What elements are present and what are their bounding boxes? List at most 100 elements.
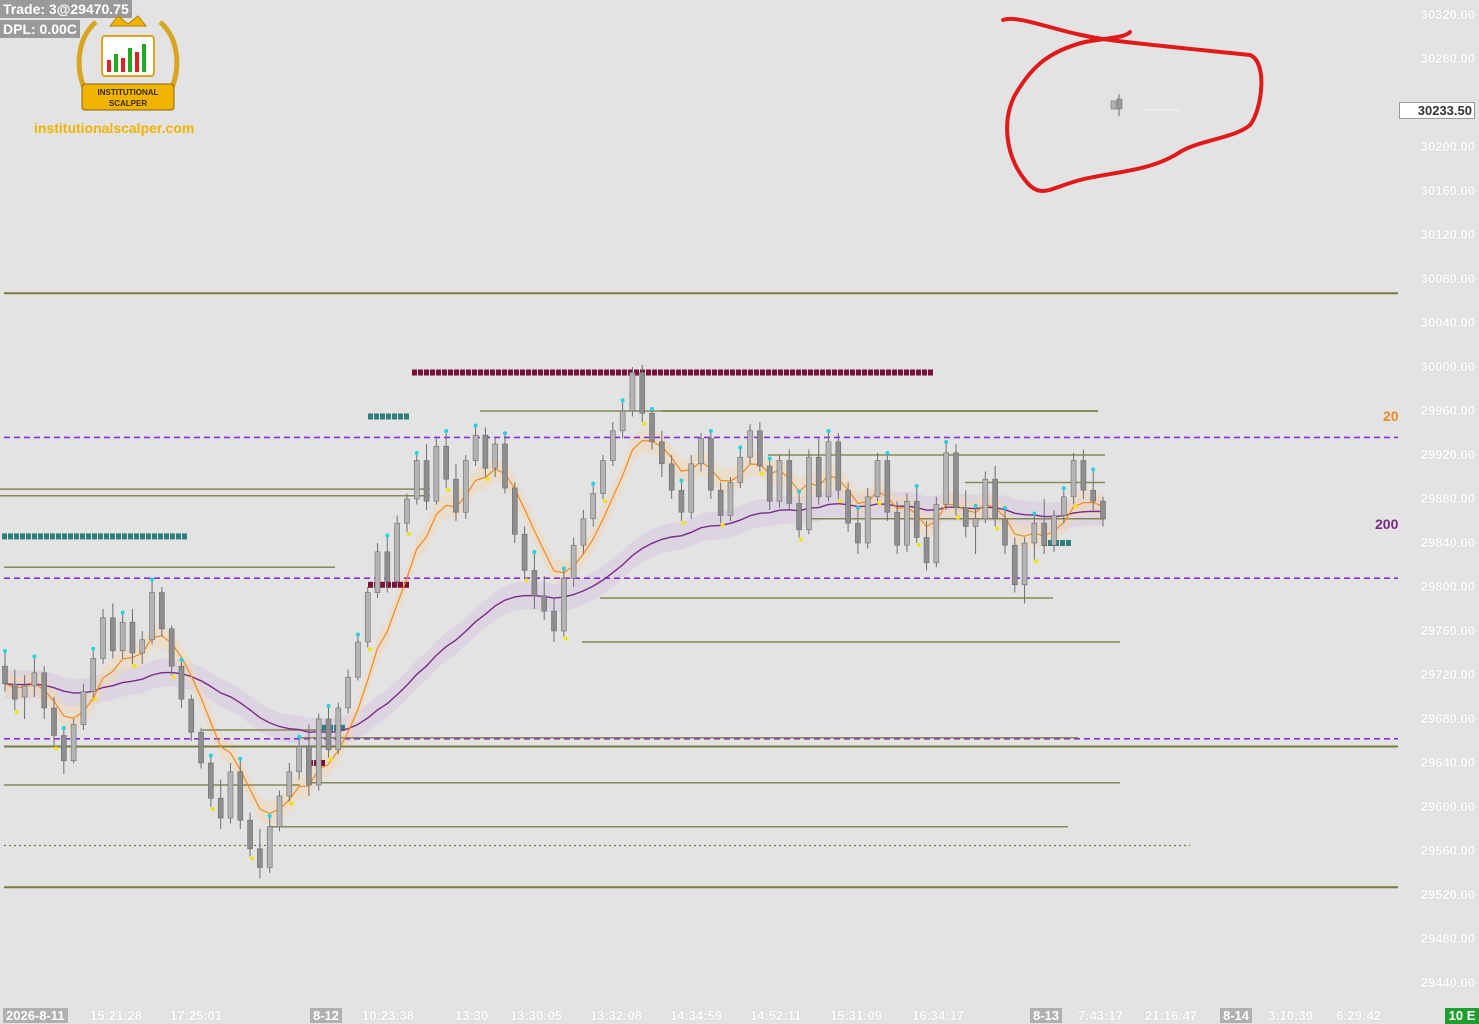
demand-zone-marker: [62, 533, 67, 540]
supply-zone-marker: [850, 369, 855, 376]
cyan-signal-dot: [473, 423, 478, 428]
cyan-signal-dot: [444, 429, 449, 433]
candle-body: [962, 507, 969, 527]
supply-zone-marker: [574, 369, 579, 376]
supply-zone-marker: [838, 369, 843, 376]
supply-zone-marker: [652, 369, 657, 376]
supply-zone-marker: [502, 369, 507, 376]
yellow-signal-dot: [995, 526, 1000, 531]
cyan-signal-dot: [91, 646, 96, 651]
candle-body: [1070, 460, 1077, 498]
candle-body: [953, 452, 959, 509]
supply-zone-marker: [508, 369, 513, 376]
demand-zone-marker: [1060, 540, 1065, 546]
candle-body: [668, 463, 675, 491]
supply-zone-marker: [700, 369, 705, 376]
supply-zone-marker: [754, 369, 759, 376]
demand-zone-marker: [98, 533, 103, 540]
y-tick-label: 29560.00: [1420, 843, 1475, 858]
candle-body: [2, 665, 8, 685]
yellow-signal-dot: [759, 471, 764, 476]
supply-zone-marker: [748, 369, 753, 376]
yellow-signal-dot: [1034, 559, 1039, 564]
candle-body: [1021, 542, 1028, 586]
supply-zone-marker: [592, 369, 597, 376]
candle-body: [21, 685, 28, 698]
demand-zone-marker: [386, 413, 391, 420]
supply-zone-marker: [442, 369, 447, 376]
candle-body: [923, 537, 930, 564]
supply-zone-marker: [490, 369, 495, 376]
demand-zone-marker: [152, 533, 157, 540]
yellow-signal-dot: [799, 537, 804, 542]
demand-zone-marker: [146, 533, 151, 540]
demand-zone-marker: [8, 533, 13, 540]
supply-zone-marker: [724, 369, 729, 376]
candle-body: [178, 665, 185, 700]
demand-zone-marker: [74, 533, 79, 540]
supply-zone-marker: [544, 369, 549, 376]
candle-body: [325, 718, 332, 751]
supply-zone-marker: [538, 369, 543, 376]
candle-body: [384, 551, 391, 582]
candle-body: [1051, 515, 1057, 546]
yellow-signal-dot: [916, 543, 921, 547]
x-date-label: 8-12: [310, 1008, 343, 1023]
cyan-signal-dot: [738, 445, 743, 450]
demand-zone-marker: [56, 533, 61, 540]
candle-body: [159, 592, 165, 630]
candle-body: [913, 500, 920, 538]
candle-body: [237, 771, 244, 821]
cyan-signal-dot: [1091, 467, 1096, 472]
candle-body: [423, 460, 430, 502]
cyan-signal-dot: [267, 814, 272, 818]
yellow-signal-dot: [328, 757, 333, 762]
cyan-signal-dot: [708, 429, 713, 433]
supply-zone-marker: [688, 369, 693, 376]
supply-zone-marker: [478, 369, 483, 376]
y-tick-label: 30200.00: [1420, 139, 1475, 154]
supply-zone-marker: [622, 369, 627, 376]
yellow-signal-dot: [1073, 504, 1078, 509]
supply-zone-marker: [784, 369, 789, 376]
price-chart[interactable]: [0, 0, 1479, 1024]
supply-zone-marker: [886, 369, 891, 376]
supply-zone-marker: [392, 581, 397, 588]
cyan-signal-dot: [414, 451, 419, 455]
cyan-signal-dot: [826, 429, 831, 433]
candle-body: [335, 707, 342, 751]
candle-body: [590, 493, 597, 520]
cyan-signal-dot: [238, 756, 243, 761]
supply-zone-marker: [646, 369, 651, 376]
supply-zone-marker: [398, 581, 403, 588]
candle-body: [1002, 518, 1008, 546]
demand-zone-marker: [182, 533, 187, 540]
candle-body: [276, 795, 283, 828]
y-tick-label: 30120.00: [1420, 227, 1475, 242]
candle-body: [796, 503, 802, 531]
annotation-circle: [1001, 16, 1264, 193]
candle-body: [864, 496, 871, 544]
demand-zone-marker: [134, 533, 139, 540]
candle-body: [61, 735, 67, 762]
candle-body: [413, 460, 420, 500]
candle-body: [306, 746, 312, 786]
cyan-signal-dot: [561, 566, 566, 571]
x-tick-label: 7:43:17: [1078, 1008, 1123, 1023]
timeframe-badge[interactable]: 10 E: [1445, 1008, 1479, 1024]
candle-body: [70, 724, 77, 762]
y-tick-label: 29640.00: [1420, 755, 1475, 770]
supply-zone-marker: [676, 369, 681, 376]
candle-body: [502, 443, 508, 489]
demand-zone-marker: [38, 533, 43, 540]
cyan-signal-dot: [767, 456, 772, 461]
supply-zone-marker: [448, 369, 453, 376]
candle-body: [727, 482, 734, 516]
cyan-signal-dot: [355, 632, 360, 637]
supply-zone-marker: [844, 369, 849, 376]
yellow-signal-dot: [14, 710, 19, 715]
yellow-signal-dot: [406, 532, 411, 536]
supply-zone-marker: [604, 369, 609, 376]
supply-zone-marker: [778, 369, 783, 376]
supply-zone-marker: [580, 369, 585, 376]
